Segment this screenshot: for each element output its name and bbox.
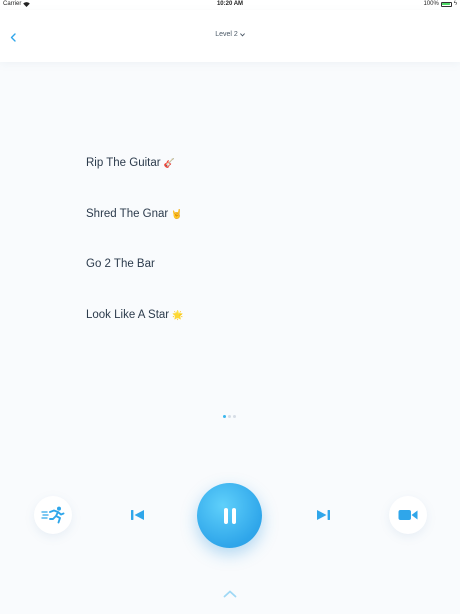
skip-previous-icon	[130, 510, 144, 520]
running-person-icon	[41, 506, 65, 524]
battery-fill	[442, 3, 451, 5]
battery-percent: 100%	[423, 1, 439, 7]
lyric-line: Rip The Guitar 🎸	[86, 155, 183, 206]
level-title: Level 2	[215, 31, 238, 38]
lyric-text: Go 2 The Bar	[86, 258, 155, 270]
player-screen: Carrier 10:20 AM 100% ϟ Level 2 Rip The …	[0, 0, 460, 614]
star-emoji: 🌟	[172, 309, 184, 320]
status-bar: Carrier 10:20 AM 100% ϟ	[0, 0, 460, 10]
page-dot[interactable]	[233, 415, 236, 418]
next-button[interactable]	[308, 503, 338, 527]
level-selector[interactable]: Level 2	[0, 31, 460, 38]
lyrics-list: Rip The Guitar 🎸 Shred The Gnar 🤘 Go 2 T…	[86, 155, 183, 357]
navigation-bar: Level 2	[0, 10, 460, 62]
lyric-line: Shred The Gnar 🤘	[86, 206, 183, 257]
chevron-down-icon	[239, 32, 245, 36]
charging-icon: ϟ	[453, 1, 457, 7]
speed-button[interactable]	[34, 496, 72, 534]
lyric-line: Look Like A Star 🌟	[86, 307, 183, 358]
pause-button[interactable]	[197, 483, 262, 548]
battery-icon	[440, 1, 452, 7]
page-dot-active[interactable]	[223, 415, 226, 418]
rock-hand-emoji: 🤘	[171, 208, 183, 219]
expand-button[interactable]	[220, 587, 240, 601]
lyric-text: Look Like A Star	[86, 308, 170, 321]
page-indicator[interactable]	[223, 415, 236, 418]
page-dot[interactable]	[228, 415, 231, 418]
player-controls	[0, 478, 460, 558]
pause-icon	[223, 507, 236, 524]
chevron-up-icon	[223, 590, 237, 598]
lyric-text: Rip The Guitar	[86, 157, 161, 169]
lyric-text: Shred The Gnar	[86, 207, 169, 220]
video-camera-icon	[398, 510, 418, 520]
previous-button[interactable]	[122, 503, 152, 527]
battery-group: 100% ϟ	[423, 1, 457, 7]
video-button[interactable]	[389, 496, 427, 534]
lyric-line: Go 2 The Bar	[86, 256, 183, 307]
clock: 10:20 AM	[216, 1, 244, 7]
guitar-emoji: 🎸	[163, 158, 175, 168]
skip-next-icon	[316, 510, 330, 520]
